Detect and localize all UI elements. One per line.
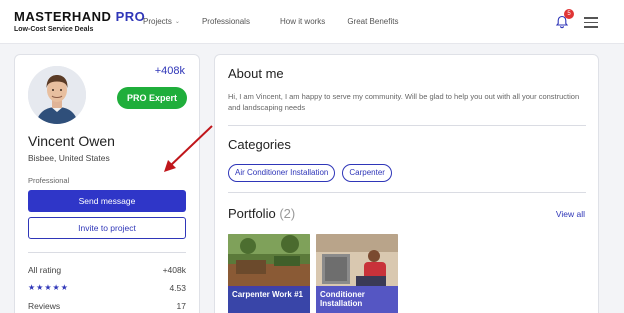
category-chip-carpenter[interactable]: Carpenter (342, 164, 392, 182)
category-chips: Air Conditioner Installation Carpenter (228, 164, 399, 182)
invite-to-project-button[interactable]: Invite to project (28, 217, 186, 239)
nav-item-projects[interactable]: Projects ⌄ (143, 17, 180, 26)
profile-details-card: About me Hi, I am Vincent, I am happy to… (214, 54, 599, 313)
portfolio-title: Portfolio (2) (228, 206, 295, 221)
send-message-button[interactable]: Send message (28, 190, 186, 212)
stat-value: 17 (176, 301, 186, 311)
stat-row-stars: ★★★★★ 4.53 (28, 283, 186, 293)
stat-label: All rating (28, 265, 62, 275)
profile-role: Professional (28, 176, 70, 185)
star-rating-icons: ★★★★★ (28, 283, 69, 292)
brand-name-text: MASTERHAND (14, 9, 112, 24)
stat-row-all-rating: All rating +408k (28, 265, 186, 275)
divider (228, 192, 586, 193)
stat-value: 4.53 (169, 283, 186, 293)
categories-title: Categories (228, 137, 291, 152)
nav-item-label: Professionals (201, 17, 250, 26)
divider (28, 252, 186, 253)
about-title: About me (228, 66, 284, 81)
stat-label: Reviews (28, 301, 61, 311)
nav-item-how-it-works[interactable]: How it works (280, 17, 325, 26)
brand-logo[interactable]: MASTERHAND PRO Low-Cost Service Deals (14, 9, 145, 33)
portfolio-item-label: Conditioner Installation (316, 286, 398, 313)
notification-count-badge: 5 (564, 9, 574, 19)
stat-value: +408k (162, 265, 186, 275)
brand-name: MASTERHAND PRO (14, 9, 145, 24)
profile-card: +408k PRO Expert Vincent Owen Bisbee, Un… (14, 54, 200, 313)
view-all-link[interactable]: View all (556, 209, 585, 219)
rating-headline: +408k (154, 65, 185, 77)
nav-item-label: Projects (143, 17, 172, 26)
nav-item-professionals[interactable]: Professionals (202, 17, 250, 26)
nav-item-label: Great Benefits (347, 17, 399, 26)
nav-item-label: How it works (279, 17, 326, 26)
about-text: Hi, I am Vincent, I am happy to serve my… (228, 92, 580, 112)
portfolio-title-text: Portfolio (228, 206, 276, 221)
top-header: MASTERHAND PRO Low-Cost Service Deals Pr… (0, 0, 624, 44)
profile-location: Bisbee, United States (28, 153, 110, 163)
pro-expert-badge: PRO Expert (117, 87, 187, 109)
annotation-arrow-icon (164, 125, 213, 172)
avatar (28, 66, 86, 124)
hamburger-menu-icon[interactable] (584, 17, 598, 28)
portfolio-item-carpenter-work[interactable]: Carpenter Work #1 (228, 234, 310, 313)
portfolio-count: (2) (279, 206, 296, 221)
main-nav: Projects ⌄ Professionals How it works Gr… (143, 17, 420, 26)
profile-name: Vincent Owen (28, 133, 115, 149)
portfolio-item-conditioner-installation[interactable]: Conditioner Installation (316, 234, 398, 313)
stat-row-reviews: Reviews 17 (28, 301, 186, 311)
brand-pro-text: PRO (115, 9, 146, 24)
portfolio-item-label: Carpenter Work #1 (228, 286, 310, 313)
chevron-down-icon: ⌄ (174, 19, 180, 25)
nav-item-great-benefits[interactable]: Great Benefits (347, 17, 398, 26)
brand-tagline: Low-Cost Service Deals (14, 26, 94, 33)
divider (228, 125, 586, 126)
category-chip-air-conditioner[interactable]: Air Conditioner Installation (228, 164, 336, 182)
